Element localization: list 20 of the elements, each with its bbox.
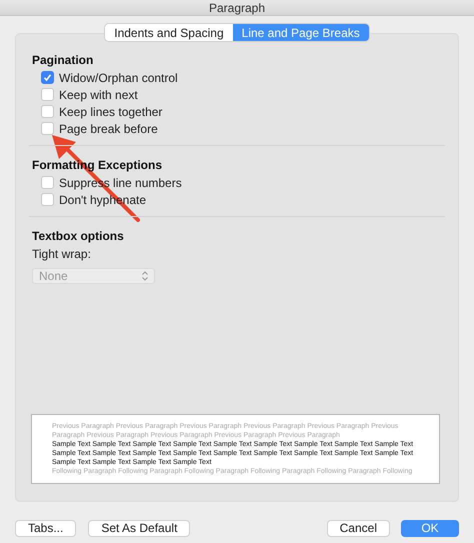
window-title: Paragraph	[208, 2, 266, 14]
dialog-button[interactable]: Tabs...	[15, 520, 76, 536]
dialog-button[interactable]: Set As Default	[88, 520, 190, 536]
dialog-button[interactable]: Cancel	[326, 520, 390, 536]
checkbox[interactable]	[41, 193, 54, 206]
checkbox-label: Keep lines together	[59, 104, 162, 120]
field-label: Tight wrap:	[32, 246, 92, 263]
checkbox[interactable]	[41, 88, 54, 101]
checkbox[interactable]	[41, 71, 54, 84]
checkbox[interactable]	[41, 105, 54, 118]
checkbox-label: Page break before	[59, 120, 158, 138]
checkbox[interactable]	[41, 176, 54, 189]
tab[interactable]: Indents and Spacing	[105, 24, 233, 41]
section-heading: Pagination	[32, 52, 94, 69]
checkbox-label: Widow/Orphan control	[59, 70, 178, 86]
checkmark-icon	[43, 73, 52, 82]
checkbox-label: Keep with next	[59, 86, 138, 104]
checkbox[interactable]	[41, 122, 54, 135]
section-heading: Textbox options	[32, 228, 125, 245]
up-down-icon	[142, 271, 148, 281]
